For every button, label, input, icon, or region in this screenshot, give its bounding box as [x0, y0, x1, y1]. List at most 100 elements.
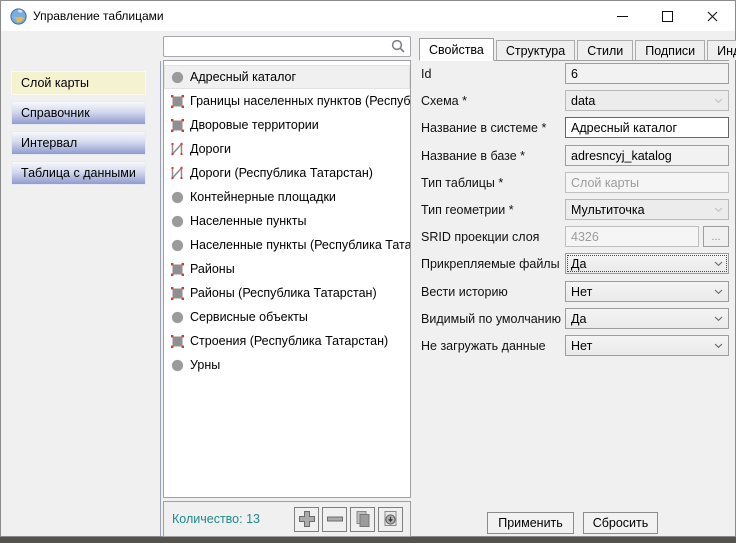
text-field[interactable]: Адресный каталог [565, 117, 729, 138]
search-input[interactable] [164, 38, 391, 55]
point-icon [170, 190, 184, 204]
field-label: Видимый по умолчанию [421, 311, 561, 326]
field-value: adresncyj_katalog [571, 148, 672, 163]
list-item-label: Сервисные объекты [190, 310, 308, 324]
polygon-icon [170, 118, 184, 132]
list-item-label: Границы населенных пунктов (Республ [190, 94, 410, 108]
polygon-icon [170, 262, 184, 276]
add-button[interactable] [294, 506, 319, 532]
field-label: SRID проекции слоя [421, 229, 540, 244]
field-label: Схема * [421, 93, 467, 108]
list-item[interactable]: Районы (Республика Татарстан) [164, 281, 410, 305]
list-item[interactable]: Границы населенных пунктов (Республ [164, 89, 410, 113]
text-field[interactable]: 6 [565, 63, 729, 84]
field-value: Да [571, 311, 587, 326]
list-item-label: Строения (Республика Татарстан) [190, 334, 389, 348]
text-field[interactable]: adresncyj_katalog [565, 145, 729, 166]
list-item-label: Населенные пункты (Республика Татар [190, 238, 410, 252]
list-item[interactable]: Сервисные объекты [164, 305, 410, 329]
list-item[interactable]: Контейнерные площадки [164, 185, 410, 209]
point-icon [170, 238, 184, 252]
tab-5[interactable]: Индекс [707, 40, 736, 60]
field-value: data [571, 93, 596, 108]
sidebar-item-4[interactable]: Таблица с данными [11, 161, 146, 185]
list-item[interactable]: Населенные пункты (Республика Татар [164, 233, 410, 257]
select-field: Мультиточка [565, 199, 729, 220]
tab-3[interactable]: Стили [577, 40, 634, 60]
copy-icon [354, 510, 372, 528]
field-label: Вести историю [421, 284, 508, 299]
sidebar-item-2[interactable]: Справочник [11, 101, 146, 125]
list-item[interactable]: Строения (Республика Татарстан) [164, 329, 410, 353]
list-item-label: Адресный каталог [190, 70, 297, 84]
field-value: Адресный каталог [571, 120, 678, 135]
list-item[interactable]: Дороги [164, 137, 410, 161]
reset-button[interactable]: Сбросить [583, 512, 658, 534]
import-button[interactable] [378, 506, 403, 532]
list-item[interactable]: Адресный каталог [164, 65, 410, 89]
count-label: Количество: 13 [172, 512, 260, 526]
maximize-icon [662, 10, 673, 22]
select-field[interactable]: Да [565, 253, 729, 274]
minimize-icon [617, 15, 628, 17]
list-item-label: Населенные пункты [190, 214, 307, 228]
form-row: Название в системе * Адресный каталог [421, 117, 729, 138]
close-button[interactable] [690, 1, 735, 31]
tab-2[interactable]: Структура [495, 40, 576, 60]
form-row: Тип таблицы * Слой карты [421, 172, 729, 193]
minus-icon [326, 510, 344, 528]
select-field[interactable]: Нет [565, 281, 729, 302]
list-item-label: Районы [190, 262, 235, 276]
sidebar-item-3[interactable]: Интервал [11, 131, 146, 155]
copy-button[interactable] [350, 506, 375, 532]
tab-4[interactable]: Подписи [635, 40, 706, 60]
select-field[interactable]: Да [565, 308, 729, 329]
form-row: Тип геометрии * Мультиточка [421, 199, 729, 220]
form-row: Название в базе * adresncyj_katalog [421, 145, 729, 166]
select-field[interactable]: Нет [565, 335, 729, 356]
plus-icon [298, 510, 316, 528]
sidebar-item-1[interactable]: Слой карты [11, 71, 146, 95]
field-value: 4326 [571, 229, 599, 244]
form-row: Вести историю Нет [421, 281, 729, 302]
line-icon [170, 142, 184, 156]
point-icon [170, 214, 184, 228]
field-label: Id [421, 66, 432, 81]
field-label: Не загружать данные [421, 338, 546, 353]
maximize-button[interactable] [645, 1, 690, 31]
apply-button[interactable]: Применить [487, 512, 574, 534]
field-label: Название в базе * [421, 148, 526, 163]
browse-button[interactable]: ... [703, 226, 729, 247]
list-item-label: Урны [190, 358, 221, 372]
list-item[interactable]: Урны [164, 353, 410, 377]
list-item-label: Дороги (Республика Татарстан) [190, 166, 373, 180]
list-item[interactable]: Дворовые территории [164, 113, 410, 137]
point-icon [170, 310, 184, 324]
tab-1[interactable]: Свойства [419, 38, 494, 61]
field-label: Название в системе * [421, 120, 547, 135]
list-toolbar [294, 506, 403, 532]
text-field: Слой карты [565, 172, 729, 193]
list-item[interactable]: Населенные пункты [164, 209, 410, 233]
field-value: Да [571, 256, 587, 271]
window-title: Управление таблицами [33, 9, 164, 23]
field-label: Прикрепляемые файлы [421, 256, 560, 271]
list-item[interactable]: Дороги (Республика Татарстан) [164, 161, 410, 185]
form-row: Не загружать данные Нет [421, 335, 729, 356]
field-label: Тип таблицы * [421, 175, 504, 190]
import-icon [382, 510, 400, 528]
globe-icon [10, 7, 27, 25]
form-row: SRID проекции слоя 4326... [421, 226, 729, 247]
field-value: Нет [571, 284, 593, 299]
remove-button[interactable] [322, 506, 347, 532]
app-window: Управление таблицами Слой карты Справочни… [0, 0, 736, 537]
title-bar: Управление таблицами [1, 1, 735, 31]
text-field: 4326 [565, 226, 699, 247]
minimize-button[interactable] [600, 1, 645, 31]
form-row: Видимый по умолчанию Да [421, 308, 729, 329]
polygon-icon [170, 334, 184, 348]
window-body: Слой карты Справочник Интервал Таблица с да… [1, 31, 736, 537]
list-item[interactable]: Районы [164, 257, 410, 281]
point-icon [170, 70, 184, 84]
list-item-label: Районы (Республика Татарстан) [190, 286, 377, 300]
